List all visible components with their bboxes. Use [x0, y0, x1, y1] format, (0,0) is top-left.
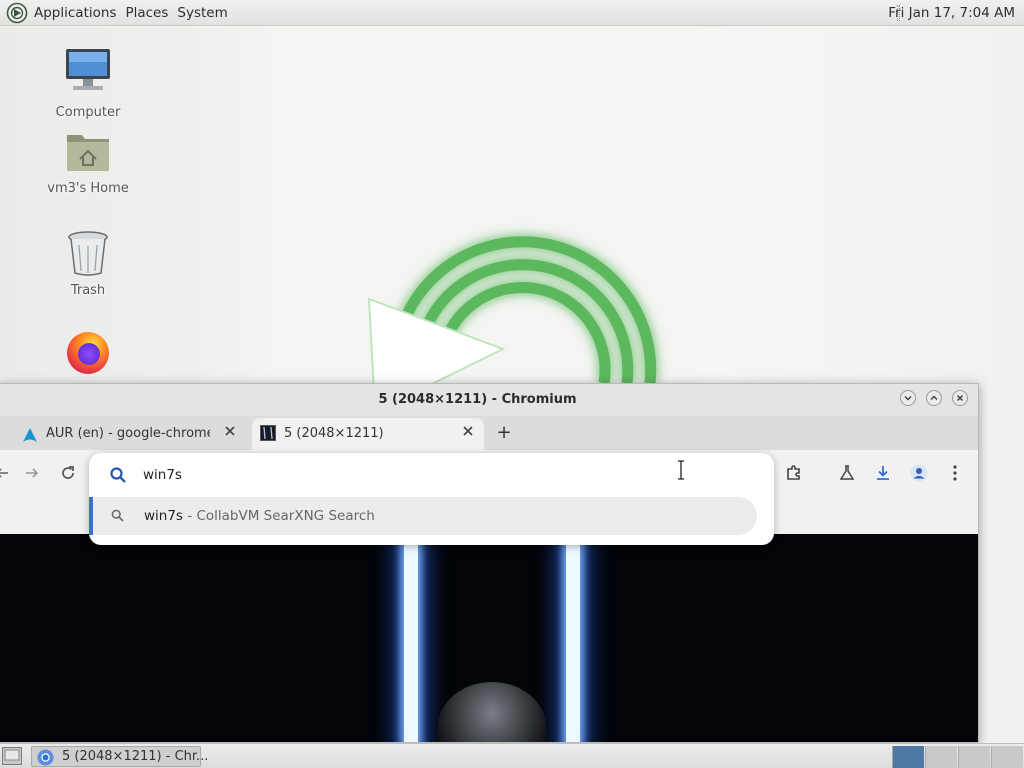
desktop-icon-home[interactable]: vm3's Home — [38, 129, 138, 196]
computer-icon — [66, 49, 110, 90]
download-icon — [877, 466, 889, 480]
workspace-4[interactable] — [991, 746, 1023, 768]
suggestion-source: - CollabVM SearXNG Search — [182, 508, 375, 524]
desktop-icon-computer[interactable]: Computer — [38, 47, 138, 120]
workspace-2[interactable] — [925, 746, 957, 768]
menu-applications[interactable]: Applications — [30, 0, 120, 26]
lightsaber-left — [404, 534, 418, 742]
arch-icon — [23, 428, 37, 442]
omnibox-suggestion[interactable]: win7s - CollabVM SearXNG Search — [89, 497, 757, 535]
labs-button[interactable] — [838, 464, 856, 486]
omnibox-dropdown: win7s - CollabVM SearXNG Search — [89, 453, 774, 545]
text-cursor-icon — [678, 460, 684, 480]
clock[interactable]: Fri Jan 17, 7:04 AM — [888, 0, 1015, 26]
puzzle-icon — [787, 465, 800, 480]
new-tab-button[interactable]: + — [496, 422, 512, 443]
chevron-up-icon — [930, 395, 938, 401]
tab-close-button[interactable] — [224, 425, 236, 441]
bottom-panel: 5 (2048×1211) - Chr... — [0, 743, 1024, 768]
forward-button[interactable] — [23, 464, 41, 486]
desktop-icon-label: Trash — [70, 283, 106, 298]
top-panel: Applications Places System Fri Jan 17, 7… — [0, 0, 1024, 26]
taskbar-item-chromium[interactable]: 5 (2048×1211) - Chr... — [31, 746, 208, 767]
home-folder-icon — [67, 135, 109, 171]
menu-system[interactable]: System — [173, 0, 231, 26]
maximize-button[interactable] — [926, 390, 942, 406]
profile-button[interactable] — [910, 464, 928, 486]
trash-icon — [68, 231, 108, 276]
figure-head — [438, 682, 546, 742]
image-icon — [260, 425, 276, 441]
mint-logo-icon[interactable] — [6, 2, 28, 24]
close-icon — [225, 426, 235, 436]
flask-icon — [839, 465, 855, 480]
search-icon — [110, 467, 126, 483]
close-button[interactable] — [952, 390, 968, 406]
show-desktop-icon[interactable] — [2, 747, 22, 765]
reload-icon — [62, 466, 74, 479]
tab-aur[interactable]: AUR (en) - google-chrome-d — [12, 418, 244, 450]
minimize-button[interactable] — [900, 390, 916, 406]
desktop-icon-firefox[interactable] — [38, 329, 138, 381]
tab-image[interactable]: 5 (2048×1211) — [252, 418, 484, 450]
search-icon — [111, 509, 124, 522]
back-button[interactable] — [0, 464, 12, 486]
reload-button[interactable] — [59, 464, 77, 486]
firefox-icon — [67, 332, 109, 374]
chromium-icon — [37, 749, 54, 766]
menu-button[interactable] — [950, 464, 960, 486]
downloads-button[interactable] — [874, 464, 892, 486]
window-title: 5 (2048×1211) - Chromium — [378, 392, 577, 407]
arrow-left-icon — [0, 468, 8, 478]
extensions-button[interactable] — [785, 464, 803, 486]
suggestion-text: win7s - CollabVM SearXNG Search — [144, 508, 375, 524]
menu-places[interactable]: Places — [121, 0, 172, 26]
desktop-icon-label: Computer — [55, 105, 121, 120]
suggestion-query: win7s — [144, 508, 183, 524]
workspace-3[interactable] — [958, 746, 990, 768]
close-icon — [463, 426, 473, 436]
lightsaber-right — [566, 534, 580, 742]
arrow-right-icon — [26, 468, 39, 478]
desktop-icon-trash[interactable]: Trash — [38, 229, 138, 298]
window-titlebar[interactable]: 5 (2048×1211) - Chromium — [0, 384, 978, 416]
desktop-icon-label: vm3's Home — [47, 181, 129, 196]
close-icon — [956, 394, 964, 402]
taskbar-item-label: 5 (2048×1211) - Chr... — [62, 749, 209, 764]
page-image — [0, 534, 978, 742]
tab-label: AUR (en) - google-chrome-d — [46, 426, 210, 441]
tab-label: 5 (2048×1211) — [284, 426, 384, 441]
tab-close-button[interactable] — [462, 425, 474, 441]
workspace-1[interactable] — [892, 746, 924, 768]
more-vertical-icon — [953, 465, 957, 481]
chevron-down-icon — [904, 395, 912, 401]
address-bar-input[interactable] — [143, 465, 703, 485]
chromium-window: 5 (2048×1211) - Chromium AUR (en) - goog… — [0, 383, 979, 743]
avatar-icon — [910, 464, 928, 482]
suggestion-highlight-bar — [89, 497, 93, 535]
